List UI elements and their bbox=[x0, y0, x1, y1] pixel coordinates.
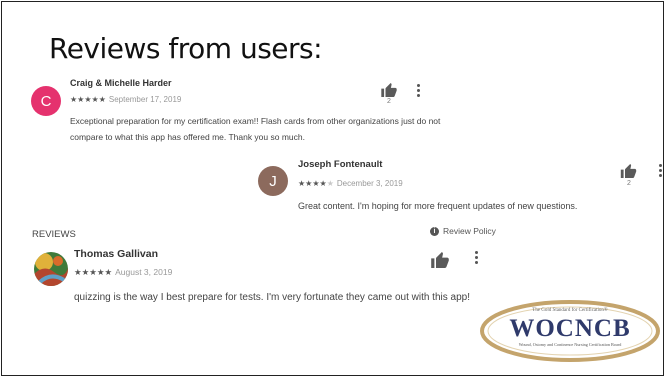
review-date: August 3, 2019 bbox=[115, 267, 173, 277]
more-options-icon[interactable] bbox=[658, 164, 662, 177]
slide: Reviews from users: C Craig & Michelle H… bbox=[1, 1, 664, 376]
slide-title: Reviews from users: bbox=[49, 32, 323, 65]
star-rating: ★★★★★ August 3, 2019 bbox=[74, 267, 172, 278]
avatar: C bbox=[31, 86, 61, 116]
review-date: December 3, 2019 bbox=[336, 179, 403, 188]
review-text: quizzing is the way I best prepare for t… bbox=[74, 292, 470, 303]
review-policy-link[interactable]: i Review Policy bbox=[430, 226, 496, 236]
review-date: September 17, 2019 bbox=[108, 95, 182, 104]
info-icon: i bbox=[430, 226, 439, 236]
more-options-icon[interactable] bbox=[474, 251, 478, 264]
thumbs-up-icon[interactable] bbox=[430, 252, 450, 273]
review-text: Great content. I'm hoping for more frequ… bbox=[298, 201, 578, 211]
reviewer-name: Thomas Gallivan bbox=[74, 248, 159, 260]
avatar bbox=[34, 252, 68, 286]
logo-tagline: The Gold Standard for Certification® bbox=[532, 307, 608, 313]
star-rating: ★★★★★ September 17, 2019 bbox=[70, 95, 181, 104]
avatar: J bbox=[258, 166, 288, 196]
stars-filled: ★★★★★ bbox=[74, 267, 113, 277]
review-policy-label: Review Policy bbox=[443, 226, 496, 236]
stars-filled: ★★★★★ bbox=[70, 95, 106, 104]
stars-empty: ★ bbox=[326, 179, 334, 188]
reviewer-name: Craig & Michelle Harder bbox=[70, 78, 172, 88]
star-rating: ★★★★★ December 3, 2019 bbox=[298, 179, 403, 188]
likes-count: 2 bbox=[627, 180, 631, 187]
more-options-icon[interactable] bbox=[416, 84, 420, 97]
avatar-initial: C bbox=[40, 92, 52, 110]
section-label: REVIEWS bbox=[32, 229, 76, 240]
reviewer-name: Joseph Fontenault bbox=[298, 159, 383, 170]
review-text: Exceptional preparation for my certifica… bbox=[70, 116, 441, 142]
logo-name: WOCNCB bbox=[509, 315, 630, 342]
likes-count: 2 bbox=[387, 98, 391, 105]
wocncb-logo: The Gold Standard for Certification® WOC… bbox=[479, 298, 661, 362]
avatar-initial: J bbox=[269, 172, 277, 190]
stars-filled: ★★★★ bbox=[298, 179, 327, 188]
